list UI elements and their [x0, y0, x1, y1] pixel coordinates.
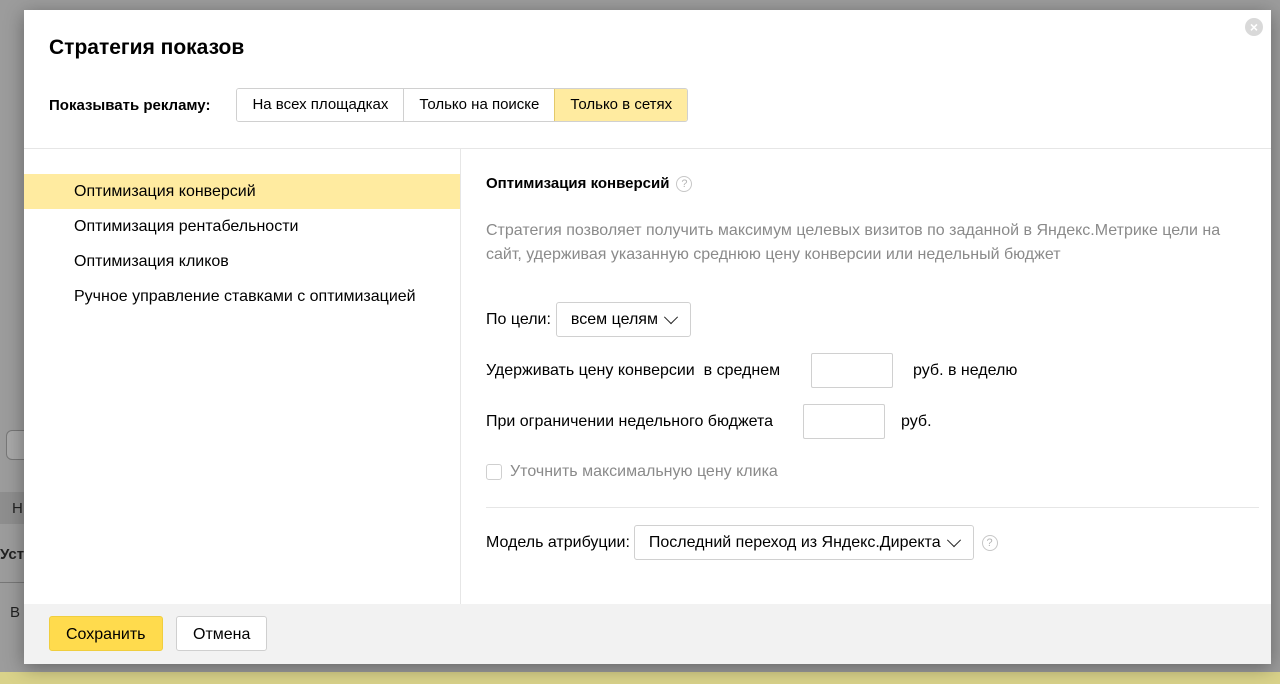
strategy-detail-pane: Оптимизация конверсий ? Стратегия позвол…: [486, 149, 1259, 604]
attribution-row: Модель атрибуции: Последний переход из Я…: [486, 525, 998, 560]
max-click-label: Уточнить максимальную цену клика: [510, 463, 778, 480]
weekly-budget-label: При ограничении недельного бюджета: [486, 412, 774, 430]
chevron-down-icon: [663, 309, 679, 324]
avg-price-input[interactable]: [811, 353, 893, 388]
goal-label: По цели:: [486, 310, 551, 328]
max-click-checkbox[interactable]: [486, 464, 502, 480]
placement-segmented-control: На всех площадках Только на поиске Тольк…: [236, 88, 689, 122]
avg-price-unit: руб. в неделю: [913, 361, 1018, 379]
weekly-budget-unit: руб.: [901, 412, 932, 430]
placement-option-search[interactable]: Только на поиске: [404, 89, 556, 121]
cancel-button[interactable]: Отмена: [176, 616, 268, 651]
strategy-list: Оптимизация конверсий Оптимизация рентаб…: [24, 174, 460, 314]
strategy-list-pane: Оптимизация конверсий Оптимизация рентаб…: [24, 149, 461, 604]
placement-option-networks[interactable]: Только в сетях: [554, 89, 688, 121]
strategy-item-conversions[interactable]: Оптимизация конверсий: [24, 174, 460, 209]
help-icon[interactable]: ?: [981, 534, 998, 551]
goal-select-value: всем целям: [570, 310, 658, 328]
attribution-select[interactable]: Последний переход из Яндекс.Директа: [633, 525, 974, 560]
strategy-item-profitability[interactable]: Оптимизация рентабельности: [24, 209, 460, 244]
strategy-description: Стратегия позволяет получить максимум це…: [486, 222, 1221, 263]
max-click-row: Уточнить максимальную цену клика: [486, 463, 778, 481]
modal-title: Стратегия показов: [49, 36, 245, 59]
background-tab: [6, 430, 26, 460]
goal-select[interactable]: всем целям: [555, 302, 691, 337]
save-button[interactable]: Сохранить: [49, 616, 163, 651]
strategy-item-manual[interactable]: Ручное управление ставками с оптимизацие…: [24, 279, 460, 314]
show-ads-label: Показывать рекламу:: [49, 96, 211, 114]
help-icon[interactable]: ?: [676, 175, 693, 192]
weekly-budget-row: При ограничении недельного бюджета руб.: [486, 404, 932, 439]
attribution-label: Модель атрибуции:: [486, 533, 630, 551]
strategy-item-clicks[interactable]: Оптимизация кликов: [24, 244, 460, 279]
background-divider: [0, 582, 24, 583]
goal-row: По цели: всем целям: [486, 302, 691, 337]
section-divider: [486, 507, 1259, 508]
detail-title-text: Оптимизация конверсий: [486, 175, 670, 192]
show-ads-row: Показывать рекламу: На всех площадках То…: [49, 88, 689, 122]
placement-option-all[interactable]: На всех площадках: [237, 89, 405, 121]
avg-price-label: Удерживать цену конверсии в среднем: [486, 361, 781, 379]
background-text: В: [10, 604, 21, 621]
strategy-modal: × Стратегия показов Показывать рекламу: …: [24, 10, 1271, 664]
weekly-budget-input[interactable]: [803, 404, 885, 439]
background-strip: [0, 672, 1280, 684]
avg-price-row: Удерживать цену конверсии в среднем руб.…: [486, 353, 1017, 388]
background-text: Н: [12, 500, 23, 517]
modal-footer: Сохранить Отмена: [24, 604, 1271, 664]
close-icon[interactable]: ×: [1245, 18, 1263, 36]
chevron-down-icon: [946, 532, 961, 547]
attribution-select-value: Последний переход из Яндекс.Директа: [648, 533, 941, 551]
detail-title: Оптимизация конверсий ?: [486, 175, 693, 192]
